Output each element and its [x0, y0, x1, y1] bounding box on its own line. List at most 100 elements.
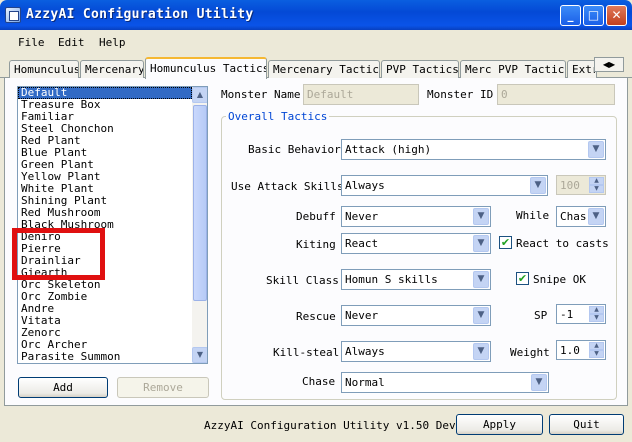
snipe-ok-checkbox[interactable]: ✔ [516, 272, 529, 285]
scroll-up-button[interactable]: ▲ [192, 87, 207, 103]
minimize-button[interactable]: _ [560, 5, 581, 26]
sp-value: -1 [560, 308, 574, 321]
monster-list[interactable]: Default Treasure Box Familiar Steel Choncho… [17, 86, 208, 364]
chevron-down-icon[interactable]: ▼ [473, 343, 489, 360]
kiting-label: Kiting [296, 238, 336, 251]
rescue-dropdown[interactable]: Never ▼ [341, 305, 491, 326]
skill-class-dropdown[interactable]: Homun S skills ▼ [341, 269, 491, 290]
menu-bar: File Edit Help [0, 30, 632, 54]
stepper-up-icon[interactable]: ▲ [589, 177, 604, 185]
list-item[interactable]: Zenorc [18, 327, 192, 339]
list-item[interactable]: Orc Zombie [18, 291, 192, 303]
quit-button[interactable]: Quit [549, 414, 624, 435]
kiting-dropdown[interactable]: React ▼ [341, 233, 491, 254]
basic-behavior-dropdown[interactable]: Attack (high) ▼ [341, 139, 606, 160]
while-value: Chas [560, 210, 587, 223]
while-label: While [516, 209, 550, 222]
list-item[interactable]: Parasite Summon [18, 351, 192, 363]
scroll-thumb[interactable] [193, 105, 207, 301]
chevron-down-icon[interactable]: ▼ [531, 374, 547, 391]
list-item[interactable]: Orc Skeleton [18, 279, 192, 291]
sp-stepper[interactable]: -1 ▲ ▼ [556, 304, 606, 324]
stepper-up-icon[interactable]: ▲ [589, 342, 604, 350]
tab-pvp-tactics[interactable]: PVP Tactics [381, 60, 459, 78]
list-item[interactable]: Red Mushroom [18, 207, 192, 219]
tab-scroll-buttons[interactable]: ◀▶ [594, 57, 624, 72]
list-item[interactable]: Yellow Plant [18, 171, 192, 183]
tab-extra[interactable]: Extr [567, 60, 597, 78]
list-item[interactable]: Vitata [18, 315, 192, 327]
menu-file[interactable]: File [18, 36, 45, 49]
kill-steal-value: Always [345, 345, 385, 358]
list-item[interactable]: Orc Archer [18, 339, 192, 351]
chevron-down-icon[interactable]: ▼ [473, 271, 489, 288]
chevron-down-icon[interactable]: ▼ [473, 208, 489, 225]
tab-homunculus-tactics[interactable]: Homunculus Tactics [145, 57, 267, 79]
list-item[interactable]: Default [18, 87, 192, 99]
snipe-ok-label: Snipe OK [533, 273, 586, 286]
chevron-down-icon[interactable]: ▼ [473, 307, 489, 324]
debuff-value: Never [345, 210, 379, 223]
use-attack-skills-value: Always [345, 179, 385, 192]
close-button[interactable]: ✕ [606, 5, 627, 26]
list-item[interactable]: Steel Chonchon [18, 123, 192, 135]
sp-label: SP [534, 309, 548, 322]
tab-mercenary[interactable]: Mercenary [80, 60, 144, 78]
chase-dropdown[interactable]: Normal ▼ [341, 372, 549, 393]
apply-button[interactable]: Apply [456, 414, 543, 435]
list-item[interactable]: Red Plant [18, 135, 192, 147]
list-scrollbar[interactable]: ▲ ▼ [192, 87, 207, 363]
menu-edit[interactable]: Edit [58, 36, 85, 49]
add-button[interactable]: Add [18, 377, 108, 398]
tab-scroll-right-icon[interactable]: ▶ [609, 60, 615, 69]
stepper-down-icon[interactable]: ▼ [589, 350, 604, 358]
chase-value: Normal [345, 376, 385, 389]
monster-name-field[interactable]: Default [303, 84, 419, 105]
list-item[interactable]: Green Plant [18, 159, 192, 171]
while-dropdown[interactable]: Chas ▼ [556, 206, 606, 227]
kill-steal-dropdown[interactable]: Always ▼ [341, 341, 491, 362]
chevron-down-icon[interactable]: ▼ [588, 208, 604, 225]
react-to-casts-label: React to casts [516, 237, 609, 250]
weight-value: 1.0 [560, 344, 580, 357]
monster-id-label: Monster ID [427, 88, 494, 101]
tab-mercenary-tactics[interactable]: Mercenary Tactics [268, 60, 380, 78]
attack-skill-level-value: 100 [560, 179, 580, 192]
stepper-down-icon[interactable]: ▼ [589, 185, 604, 193]
list-item[interactable]: Blue Plant [18, 147, 192, 159]
monster-id-field[interactable]: 0 [497, 84, 615, 105]
overall-tactics-title: Overall Tactics [226, 110, 330, 123]
app-icon [5, 7, 21, 23]
skill-class-value: Homun S skills [345, 273, 438, 286]
kill-steal-label: Kill-steal [273, 346, 340, 359]
list-item[interactable]: White Plant [18, 183, 192, 195]
list-item[interactable]: Treasure Box [18, 99, 192, 111]
chevron-down-icon[interactable]: ▼ [530, 177, 546, 194]
tab-merc-pvp-tactics[interactable]: Merc PVP Tactics [460, 60, 566, 78]
stepper-up-icon[interactable]: ▲ [589, 306, 604, 314]
window-title: AzzyAI Configuration Utility [26, 7, 254, 22]
kiting-value: React [345, 237, 379, 250]
use-attack-skills-dropdown[interactable]: Always ▼ [341, 175, 548, 196]
react-to-casts-checkbox[interactable]: ✔ [499, 236, 512, 249]
list-item[interactable]: Shining Plant [18, 195, 192, 207]
tab-homunculus[interactable]: Homunculus [9, 60, 79, 78]
rescue-value: Never [345, 309, 379, 322]
tab-strip: Homunculus Mercenary Homunculus Tactics … [0, 56, 632, 79]
maximize-button[interactable]: □ [583, 5, 604, 26]
remove-button[interactable]: Remove [117, 377, 209, 398]
scroll-down-button[interactable]: ▼ [192, 347, 207, 363]
chevron-down-icon[interactable]: ▼ [473, 235, 489, 252]
list-item[interactable]: Andre [18, 303, 192, 315]
monster-list-items: Default Treasure Box Familiar Steel Choncho… [18, 87, 192, 363]
attack-skill-level-stepper[interactable]: 100 ▲ ▼ [556, 175, 606, 195]
stepper-down-icon[interactable]: ▼ [589, 314, 604, 322]
basic-behavior-value: Attack (high) [345, 143, 432, 156]
list-item[interactable]: Familiar [18, 111, 192, 123]
menu-help[interactable]: Help [99, 36, 126, 49]
weight-label: Weight [510, 346, 550, 359]
monster-name-label: Monster Name [221, 88, 301, 101]
weight-stepper[interactable]: 1.0 ▲ ▼ [556, 340, 606, 360]
chevron-down-icon[interactable]: ▼ [588, 141, 604, 158]
debuff-dropdown[interactable]: Never ▼ [341, 206, 491, 227]
